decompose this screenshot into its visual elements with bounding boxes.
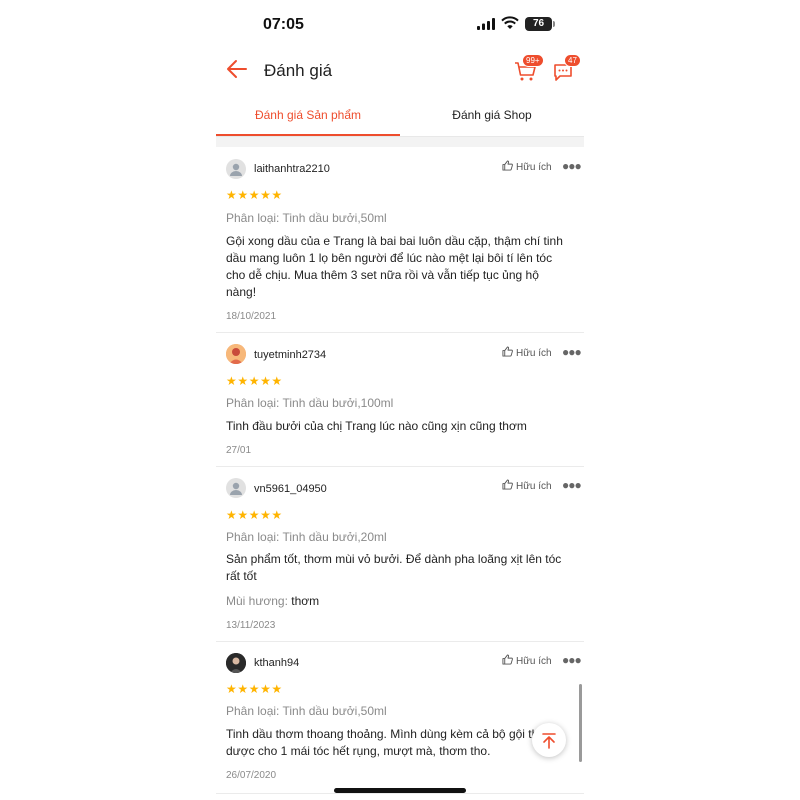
review-text: Gội xong dầu của e Trang là bai bai luôn… <box>226 234 563 299</box>
scroll-to-top-button[interactable] <box>532 723 566 757</box>
review-username[interactable]: laithanhtra2210 <box>254 163 330 175</box>
review-date: 26/07/2020 <box>226 770 277 781</box>
user-placeholder-icon <box>230 163 242 176</box>
wifi-icon <box>501 16 519 29</box>
chat-badge: 47 <box>564 54 581 67</box>
phone-screen: 07:05 76 Đánh giá 99+ 47 Đánh giá Sản ph… <box>216 0 584 800</box>
back-arrow-icon[interactable] <box>226 58 248 80</box>
review-date: 13/11/2023 <box>226 620 276 631</box>
scrollbar[interactable] <box>579 684 582 762</box>
review-variant: Phân loại: Tinh dầu bưởi,50ml <box>226 211 387 225</box>
avatar[interactable] <box>226 653 246 673</box>
avatar[interactable] <box>226 478 246 498</box>
more-options-icon[interactable]: ●●● <box>562 653 582 667</box>
avatar[interactable] <box>226 159 246 179</box>
star-rating: ★★★★★ <box>226 374 283 388</box>
thumbs-up-icon <box>502 654 513 665</box>
review-username[interactable]: tuyetminh2734 <box>254 349 326 361</box>
more-options-icon[interactable]: ●●● <box>562 159 582 173</box>
helpful-button[interactable]: Hữu ích <box>502 346 552 359</box>
user-photo-avatar <box>226 653 246 673</box>
review-username[interactable]: kthanh94 <box>254 657 299 669</box>
review-date: 27/01 <box>226 445 252 456</box>
review-date: 18/10/2021 <box>226 311 277 322</box>
more-options-icon[interactable]: ●●● <box>562 478 582 492</box>
tab-shop-reviews[interactable]: Đánh giá Shop <box>400 108 584 122</box>
review-item: tuyetminh2734 Hữu ích ●●● ★★★★★ Phân loạ… <box>216 333 584 467</box>
helpful-label: Hữu ích <box>516 656 552 667</box>
helpful-label: Hữu ích <box>516 162 552 173</box>
review-item: laithanhtra2210 Hữu ích ●●● ★★★★★ Phân l… <box>216 147 584 333</box>
review-variant: Phân loại: Tinh dầu bưởi,50ml <box>226 704 387 718</box>
star-rating: ★★★★★ <box>226 508 283 522</box>
review-text: Tinh dầu thơm thoang thoảng. Mình dùng k… <box>226 727 552 758</box>
header: Đánh giá 99+ 47 <box>216 50 584 92</box>
star-rating: ★★★★★ <box>226 188 283 202</box>
cart-badge: 99+ <box>522 54 544 67</box>
review-variant: Phân loại: Tinh dầu bưởi,20ml <box>226 530 387 544</box>
helpful-button[interactable]: Hữu ích <box>502 479 552 492</box>
section-divider <box>216 137 584 147</box>
star-rating: ★★★★★ <box>226 682 283 696</box>
scent-value: thơm <box>291 594 320 608</box>
signal-icon <box>477 18 495 30</box>
status-bar: 07:05 76 <box>216 0 584 50</box>
active-tab-indicator <box>216 134 400 136</box>
page-title: Đánh giá <box>264 61 333 80</box>
user-photo-avatar <box>226 344 246 364</box>
review-tabs: Đánh giá Sản phẩm Đánh giá Shop <box>216 100 584 137</box>
scent-label: Mùi hương: <box>226 594 288 608</box>
review-username[interactable]: vn5961_04950 <box>254 483 327 495</box>
helpful-label: Hữu ích <box>516 348 552 359</box>
review-text: Sản phẩm tốt, thơm mùi vỏ bưởi. Để dành … <box>226 552 562 583</box>
battery-indicator: 76 <box>525 17 555 31</box>
more-options-icon[interactable]: ●●● <box>562 345 582 359</box>
status-time: 07:05 <box>263 16 304 33</box>
scent-attribute: Mùi hương: thơm <box>226 594 319 608</box>
thumbs-up-icon <box>502 479 513 490</box>
thumbs-up-icon <box>502 160 513 171</box>
helpful-button[interactable]: Hữu ích <box>502 654 552 667</box>
review-item: vn5961_04950 Hữu ích ●●● ★★★★★ Phân loại… <box>216 467 584 642</box>
chat-button[interactable]: 47 <box>552 54 581 83</box>
home-indicator[interactable] <box>334 788 466 793</box>
avatar[interactable] <box>226 344 246 364</box>
thumbs-up-icon <box>502 346 513 357</box>
arrow-up-icon <box>542 733 556 749</box>
helpful-label: Hữu ích <box>516 481 552 492</box>
review-variant: Phân loại: Tinh dầu bưởi,100ml <box>226 396 394 410</box>
review-item: kthanh94 Hữu ích ●●● ★★★★★ Phân loại: Ti… <box>216 642 584 794</box>
cart-button[interactable]: 99+ <box>514 54 544 83</box>
tab-product-reviews[interactable]: Đánh giá Sản phẩm <box>216 108 400 122</box>
helpful-button[interactable]: Hữu ích <box>502 160 552 173</box>
user-placeholder-icon <box>230 482 242 495</box>
review-text: Tinh đầu bưởi của chị Trang lúc nào cũng… <box>226 419 527 433</box>
